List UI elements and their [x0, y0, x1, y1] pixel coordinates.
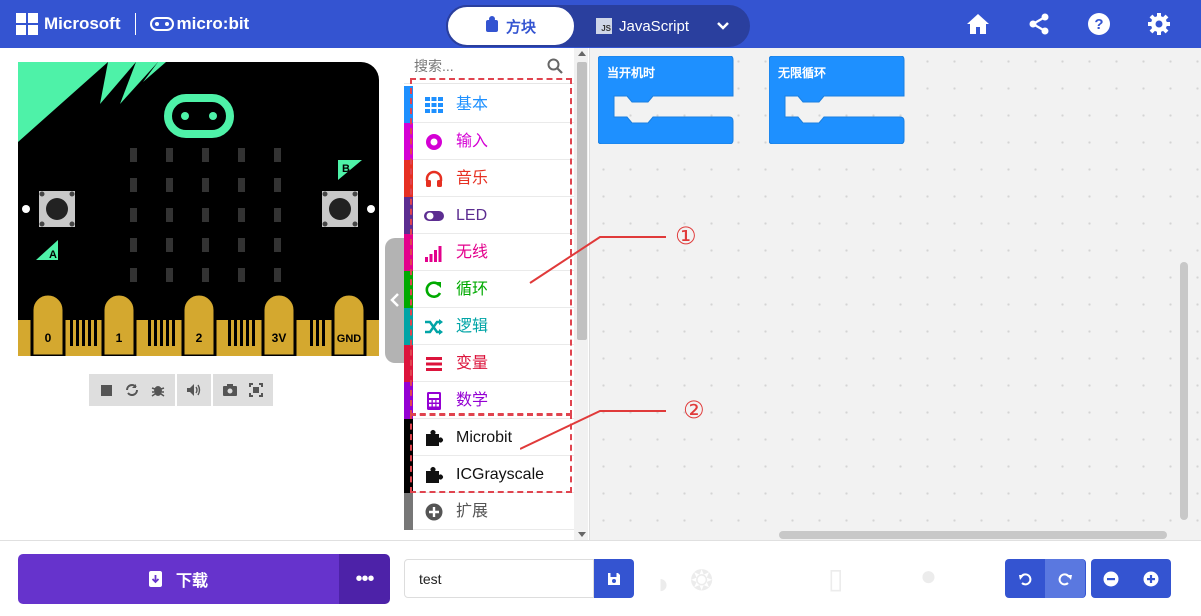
- annotation-marker-1: ①: [675, 222, 697, 250]
- pin-gnd-label: GND: [337, 333, 362, 345]
- download-button[interactable]: 下载: [18, 554, 339, 604]
- undo-redo-group: [1005, 559, 1086, 598]
- product-name: micro:bit: [176, 14, 250, 33]
- help-icon[interactable]: ?: [1086, 11, 1112, 37]
- pin-0-label: 0: [45, 331, 52, 345]
- tab-blocks-label: 方块: [505, 18, 536, 36]
- undo-icon: [1019, 572, 1032, 585]
- save-floppy-icon: [608, 572, 620, 585]
- block-on-start[interactable]: 当开机时: [597, 55, 734, 149]
- redo-icon: [1058, 572, 1072, 585]
- project-name-input[interactable]: [404, 559, 594, 598]
- top-bar: Microsoft micro:bit 方块 JS JavaScript ?: [0, 0, 1201, 48]
- microbit-logo-icon: [149, 17, 174, 31]
- microbit-simulator[interactable]: A B 0 1 2 3V GND: [18, 62, 379, 358]
- annotation-marker-2: ②: [683, 396, 705, 424]
- fullscreen-icon[interactable]: [245, 379, 267, 401]
- plus-circle-icon: [425, 503, 443, 521]
- tab-javascript[interactable]: JS JavaScript: [596, 5, 689, 47]
- category-label: 扩展: [456, 503, 489, 520]
- volume-icon[interactable]: [183, 379, 205, 401]
- more-options-button[interactable]: •••: [339, 554, 390, 604]
- zoom-out-icon: [1103, 571, 1119, 586]
- simulator-controls: [89, 374, 273, 406]
- ellipsis-icon: •••: [355, 567, 374, 590]
- editor-toggle: 方块 JS JavaScript: [446, 5, 750, 47]
- pin-2-label: 2: [196, 331, 203, 345]
- redo-button[interactable]: [1045, 559, 1085, 598]
- decorative-glyph: ❂: [690, 565, 714, 596]
- block-label: 无限循环: [778, 66, 827, 80]
- javascript-icon: JS: [596, 18, 612, 34]
- download-label: 下载: [175, 573, 208, 590]
- download-icon: [148, 571, 162, 587]
- debug-bug-icon[interactable]: [147, 379, 169, 401]
- chevron-left-icon: [390, 293, 399, 307]
- save-button[interactable]: [594, 559, 634, 598]
- collapse-simulator-tab[interactable]: [385, 238, 406, 363]
- block-forever[interactable]: 无限循环: [768, 55, 905, 149]
- category-color-bar: [404, 493, 413, 530]
- button-b-label: B: [342, 163, 350, 175]
- brand-name: Microsoft: [44, 14, 121, 33]
- workspace-horizontal-scrollbar[interactable]: [779, 531, 1167, 539]
- puzzle-icon: [485, 16, 498, 32]
- stop-icon[interactable]: [95, 379, 117, 401]
- zoom-group: [1091, 559, 1171, 598]
- tab-javascript-label: JavaScript: [619, 17, 690, 35]
- brand[interactable]: Microsoft micro:bit: [16, 12, 249, 36]
- search-input[interactable]: [414, 54, 544, 78]
- zoom-in-icon: [1143, 571, 1159, 586]
- pin-1-label: 1: [116, 331, 123, 345]
- tab-blocks[interactable]: 方块: [446, 5, 576, 47]
- undo-button[interactable]: [1005, 559, 1045, 598]
- restart-icon[interactable]: [121, 379, 143, 401]
- chevron-down-icon[interactable]: [716, 19, 730, 33]
- pin-3v-label: 3V: [272, 331, 287, 345]
- scroll-down-arrow-icon[interactable]: [578, 532, 586, 538]
- zoom-out-button[interactable]: [1091, 559, 1131, 598]
- decorative-glyph: ▯: [828, 563, 844, 594]
- brand-divider: [134, 13, 136, 35]
- decorative-glyph: ●: [920, 560, 937, 591]
- settings-gear-icon[interactable]: [1146, 11, 1172, 37]
- workspace-vertical-scrollbar[interactable]: [1180, 262, 1188, 520]
- home-icon[interactable]: [965, 11, 991, 37]
- annotation-leader-lines: [520, 236, 666, 450]
- screenshot-camera-icon[interactable]: [219, 379, 241, 401]
- zoom-in-button[interactable]: [1131, 559, 1171, 598]
- search-icon[interactable]: [547, 58, 563, 74]
- block-label: 当开机时: [607, 66, 656, 80]
- button-a-label: A: [49, 249, 57, 261]
- svg-text:?: ?: [1094, 16, 1103, 33]
- scroll-up-arrow-icon[interactable]: [578, 50, 586, 56]
- toolbox-category-extensions[interactable]: 扩展: [404, 493, 574, 530]
- microsoft-logo-icon: [16, 13, 38, 35]
- decorative-glyph: ◗: [655, 568, 672, 599]
- share-icon[interactable]: [1026, 11, 1052, 37]
